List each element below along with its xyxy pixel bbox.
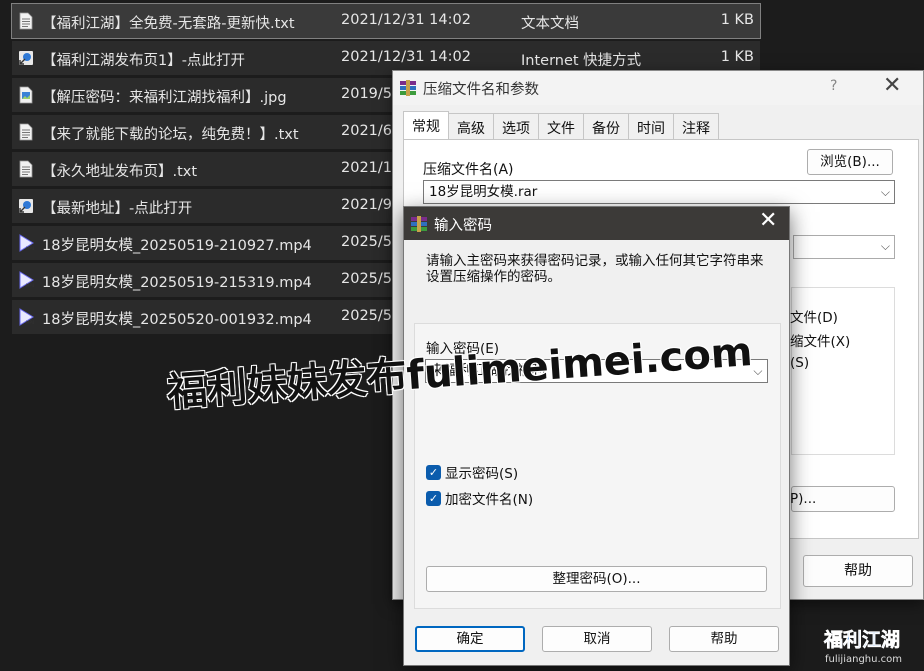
file-name: 【福利江湖发布页1】-点此打开: [42, 53, 245, 69]
file-date: 2021/1: [341, 160, 393, 176]
file-name: 【最新地址】-点此打开: [42, 201, 193, 217]
file-date: 2021/6: [341, 123, 393, 139]
file-name: 【来了就能下载的论坛，纯免费！】.txt: [42, 127, 299, 143]
file-name: 【福利江湖】全免费-无套路-更新快.txt: [42, 16, 295, 32]
archive-name-input[interactable]: 18岁昆明女模.rar ⌵: [423, 180, 895, 204]
archive-name-label: 压缩文件名(A): [423, 162, 514, 178]
video-file-icon: MP4: [17, 308, 35, 326]
password-dialog-titlebar[interactable]: 输入密码 ✕: [404, 207, 789, 240]
update-mode-select[interactable]: ⌵: [793, 235, 895, 259]
file-date: 2021/9: [341, 197, 393, 213]
set-password-label: P)...: [790, 491, 817, 507]
tab-backup[interactable]: 备份: [583, 113, 629, 139]
svg-text:MP4: MP4: [26, 246, 35, 251]
browse-button[interactable]: 浏览(B)...: [807, 149, 893, 175]
file-date: 2025/5: [341, 271, 393, 287]
site-logo: 福利江湖 fulijianghu.com: [823, 628, 902, 665]
show-password-checkbox[interactable]: ✓ 显示密码(S): [426, 462, 518, 482]
encrypt-filenames-checkbox[interactable]: ✓ 加密文件名(N): [426, 488, 533, 508]
tab-options[interactable]: 选项: [493, 113, 539, 139]
close-icon[interactable]: ✕: [759, 208, 777, 233]
video-file-icon: MP4: [17, 234, 35, 252]
file-name: 18岁昆明女模_20250519-215319.mp4: [42, 275, 312, 291]
help-icon[interactable]: ?: [830, 78, 837, 94]
text-file-icon: [17, 123, 35, 141]
file-size: 1 KB: [720, 12, 754, 28]
logo-url-text: fulijianghu.com: [825, 654, 902, 665]
cancel-button[interactable]: 取消: [542, 626, 652, 652]
help-button[interactable]: 帮助: [669, 626, 779, 652]
file-name: 【解压密码：来福利江湖找福利】.jpg: [42, 90, 287, 106]
close-icon[interactable]: ✕: [883, 73, 901, 98]
shortcut-icon: [17, 49, 35, 67]
file-row[interactable]: 【福利江湖】全免费-无套路-更新快.txt 2021/12/31 14:02 文本文…: [11, 3, 761, 39]
tab-general[interactable]: 常规: [403, 111, 449, 139]
file-size: 1 KB: [720, 49, 754, 65]
option-sfx-label[interactable]: (S): [790, 355, 809, 371]
password-dialog-title: 输入密码: [434, 218, 492, 234]
shortcut-icon: [17, 197, 35, 215]
archive-dialog-title: 压缩文件名和参数: [423, 82, 539, 98]
encrypt-filenames-label: 加密文件名(N): [445, 492, 534, 508]
chevron-down-icon[interactable]: ⌵: [881, 181, 890, 203]
file-type: 文本文档: [521, 16, 579, 32]
help-button[interactable]: 帮助: [803, 555, 913, 587]
checkmark-icon: ✓: [426, 490, 441, 506]
option-solid-archive-label[interactable]: 缩文件(X): [790, 330, 850, 350]
archive-name-value: 18岁昆明女模.rar: [429, 184, 538, 200]
password-dialog: 输入密码 ✕ 请输入主密码来获得密码记录，或输入任何其它字符串来设置压缩操作的密…: [403, 206, 790, 666]
file-date: 2019/5: [341, 86, 393, 102]
svg-text:MP4: MP4: [26, 283, 35, 288]
option-delete-files-label[interactable]: 文件(D): [790, 306, 838, 326]
file-date: 2025/5: [341, 308, 393, 324]
show-password-label: 显示密码(S): [445, 466, 519, 482]
archive-dialog-titlebar[interactable]: 压缩文件名和参数 ? ✕: [393, 71, 923, 105]
file-name: 18岁昆明女模_20250520-001932.mp4: [42, 312, 312, 328]
tab-advanced[interactable]: 高级: [448, 113, 494, 139]
winrar-icon: [411, 216, 427, 232]
chevron-down-icon[interactable]: ⌵: [753, 360, 763, 382]
archive-tabs: 常规 高级 选项 文件 备份 时间 注释: [403, 111, 719, 139]
password-prompt-text: 请输入主密码来获得密码记录，或输入任何其它字符串来设置压缩操作的密码。: [426, 253, 764, 285]
chevron-down-icon[interactable]: ⌵: [881, 239, 890, 254]
svg-text:MP4: MP4: [26, 320, 35, 325]
winrar-icon: [400, 80, 416, 96]
file-name: 【永久地址发布页】.txt: [42, 164, 198, 180]
tab-files[interactable]: 文件: [538, 113, 584, 139]
file-date: 2025/5: [341, 234, 393, 250]
file-date: 2021/12/31 14:02: [341, 49, 471, 65]
text-file-icon: [17, 160, 35, 178]
set-password-button[interactable]: P)...: [790, 486, 895, 512]
image-file-icon: [17, 86, 35, 104]
organize-passwords-button[interactable]: 整理密码(O)...: [426, 566, 767, 592]
tab-comment[interactable]: 注释: [673, 113, 719, 139]
text-file-icon: [17, 12, 35, 30]
logo-text: 福利江湖: [823, 628, 900, 651]
file-type: Internet 快捷方式: [521, 53, 642, 69]
video-file-icon: MP4: [17, 271, 35, 289]
tab-time[interactable]: 时间: [628, 113, 674, 139]
file-date: 2021/12/31 14:02: [341, 12, 471, 28]
file-name: 18岁昆明女模_20250519-210927.mp4: [42, 238, 312, 254]
ok-button[interactable]: 确定: [415, 626, 525, 652]
checkmark-icon: ✓: [426, 464, 441, 480]
